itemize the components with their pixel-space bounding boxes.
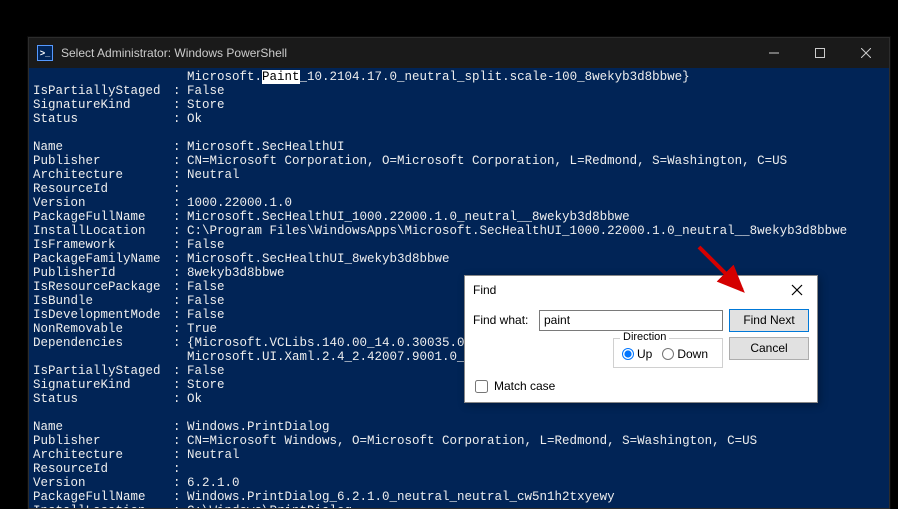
- direction-legend: Direction: [620, 331, 669, 343]
- powershell-window: >_ Select Administrator: Windows PowerSh…: [28, 37, 890, 509]
- find-titlebar[interactable]: Find: [465, 276, 817, 304]
- window-controls: [751, 38, 889, 68]
- direction-down-option[interactable]: Down: [662, 347, 708, 361]
- console-line: IsPartiallyStaged: False: [33, 84, 885, 98]
- console-line: Status : Ok: [33, 112, 885, 126]
- console-line: Publisher : CN=Microsoft Corporation, O=…: [33, 154, 885, 168]
- find-body: Find what: Find Next Cancel Direction Up…: [465, 304, 817, 416]
- close-button[interactable]: [843, 38, 889, 68]
- titlebar[interactable]: >_ Select Administrator: Windows PowerSh…: [29, 38, 889, 68]
- console-line: Publisher : CN=Microsoft Windows, O=Micr…: [33, 434, 885, 448]
- powershell-icon: >_: [37, 45, 53, 61]
- console-line: Microsoft.Paint_10.2104.17.0_neutral_spl…: [33, 70, 885, 84]
- direction-up-option[interactable]: Up: [622, 347, 652, 361]
- cancel-button[interactable]: Cancel: [729, 337, 809, 360]
- match-case-label: Match case: [494, 379, 555, 393]
- console-line: PackageFullName : Microsoft.SecHealthUI_…: [33, 210, 885, 224]
- console-line: IsFramework : False: [33, 238, 885, 252]
- console-line: InstallLocation : C:\Windows\PrintDialog: [33, 504, 885, 509]
- console-line: Name : Microsoft.SecHealthUI: [33, 140, 885, 154]
- find-dialog: Find Find what: Find Next Cancel Directi…: [464, 275, 818, 403]
- up-radio[interactable]: [622, 348, 634, 360]
- console-line: PackageFullName : Windows.PrintDialog_6.…: [33, 490, 885, 504]
- console-line: SignatureKind : Store: [33, 98, 885, 112]
- console-line: ResourceId :: [33, 462, 885, 476]
- console-line: ResourceId :: [33, 182, 885, 196]
- maximize-button[interactable]: [797, 38, 843, 68]
- match-case-option[interactable]: Match case: [473, 379, 723, 393]
- find-title-text: Find: [473, 283, 785, 297]
- console-line: Version : 6.2.1.0: [33, 476, 885, 490]
- console-line: InstallLocation : C:\Program Files\Windo…: [33, 224, 885, 238]
- console-line: Name : Windows.PrintDialog: [33, 420, 885, 434]
- down-radio[interactable]: [662, 348, 674, 360]
- match-case-checkbox[interactable]: [475, 380, 488, 393]
- direction-group: Direction Up Down: [613, 338, 723, 368]
- console-line: [33, 126, 885, 140]
- console-line: Version : 1000.22000.1.0: [33, 196, 885, 210]
- maximize-icon: [815, 48, 825, 58]
- close-icon: [861, 48, 871, 58]
- find-what-label: Find what:: [473, 313, 533, 327]
- close-icon: [791, 284, 803, 296]
- find-what-input[interactable]: [539, 310, 723, 331]
- console-line: PackageFamilyName: Microsoft.SecHealthUI…: [33, 252, 885, 266]
- console-line: Architecture : Neutral: [33, 168, 885, 182]
- console-line: Architecture : Neutral: [33, 448, 885, 462]
- window-title: Select Administrator: Windows PowerShell: [61, 46, 751, 60]
- minimize-button[interactable]: [751, 38, 797, 68]
- find-next-button[interactable]: Find Next: [729, 309, 809, 332]
- find-close-button[interactable]: [785, 278, 809, 302]
- minimize-icon: [769, 48, 779, 58]
